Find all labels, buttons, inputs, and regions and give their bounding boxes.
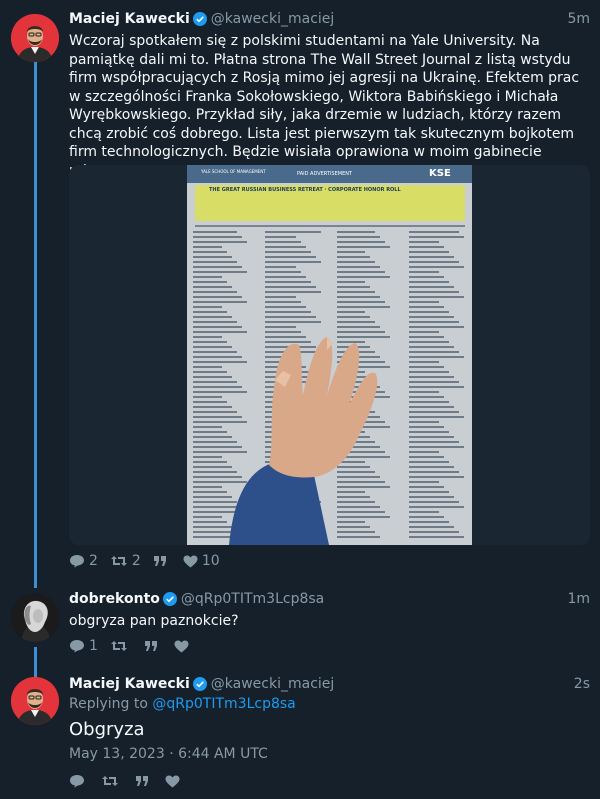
- author-handle[interactable]: @kawecki_maciej: [211, 11, 335, 27]
- replying-to: Replying to @qRp0TITm3Lcp8sa: [69, 696, 296, 712]
- like-icon: [165, 775, 180, 787]
- retweet-button[interactable]: 2: [110, 553, 141, 569]
- like-count: 10: [201, 553, 220, 569]
- tweet[interactable]: dobrekonto @qRp0TITm3Lcp8sa 1m obgryza pa…: [0, 580, 600, 660]
- tweet[interactable]: Maciej Kawecki @kawecki_maciej 5m Wczoraj…: [0, 0, 600, 580]
- tweet[interactable]: Maciej Kawecki @kawecki_maciej 2s Replyin…: [0, 665, 600, 799]
- verified-icon: [192, 677, 207, 695]
- tweet-actions: [69, 773, 196, 789]
- quote-icon: [144, 641, 157, 651]
- tweet-actions: 2 2 10: [69, 553, 232, 569]
- retweet-button[interactable]: [101, 774, 123, 788]
- reply-icon: [70, 640, 84, 653]
- quote-button[interactable]: [135, 775, 153, 787]
- replying-prefix: Replying to: [69, 696, 148, 712]
- reply-button[interactable]: 1: [69, 638, 98, 654]
- avatar[interactable]: [11, 14, 59, 62]
- author-name[interactable]: Maciej Kawecki: [69, 11, 190, 27]
- replying-mention-link[interactable]: @qRp0TITm3Lcp8sa: [152, 696, 295, 712]
- avatar[interactable]: [11, 594, 59, 642]
- quote-button[interactable]: [144, 640, 162, 652]
- reply-count: 1: [89, 638, 98, 654]
- like-button[interactable]: 10: [183, 553, 220, 569]
- tweet-time[interactable]: 5m: [567, 11, 590, 27]
- reply-icon: [70, 555, 84, 568]
- tweet-header: Maciej Kawecki @kawecki_maciej 5m: [69, 11, 590, 31]
- like-icon: [183, 555, 198, 567]
- author-name[interactable]: dobrekonto: [69, 591, 160, 607]
- like-button[interactable]: [165, 775, 184, 788]
- retweet-icon: [102, 776, 118, 786]
- tweet-time[interactable]: 1m: [567, 591, 590, 607]
- avatar[interactable]: [11, 677, 59, 725]
- retweet-icon: [110, 556, 127, 566]
- author-handle[interactable]: @qRp0TITm3Lcp8sa: [181, 591, 324, 607]
- tweet-time[interactable]: 2s: [574, 676, 590, 692]
- tweet-text: Obgryza: [69, 719, 145, 740]
- verified-icon: [162, 592, 177, 610]
- tweet-text: Wczoraj spotkałem się z polskimi student…: [69, 33, 580, 179]
- author-name[interactable]: Maciej Kawecki: [69, 676, 190, 692]
- like-button[interactable]: [174, 640, 193, 653]
- reply-icon: [70, 775, 84, 788]
- newspaper-photo: [69, 165, 590, 545]
- quote-icon: [153, 556, 166, 566]
- retweet-icon: [110, 641, 127, 651]
- like-icon: [174, 640, 189, 652]
- ad-headline: THE GREAT RUSSIAN BUSINESS RETREAT · COR…: [209, 187, 401, 193]
- tweet-header: dobrekonto @qRp0TITm3Lcp8sa 1m: [69, 591, 590, 611]
- quote-icon: [136, 776, 148, 786]
- tweet-date[interactable]: May 13, 2023 · 6:44 AM UTC: [69, 746, 268, 762]
- ad-label: PAID ADVERTISEMENT: [297, 171, 353, 177]
- author-handle[interactable]: @kawecki_maciej: [211, 676, 335, 692]
- reply-button[interactable]: [69, 774, 89, 788]
- tweet-actions: 1: [69, 638, 205, 654]
- ad-logo-right: KSE: [429, 168, 451, 179]
- ad-logo-left: YALE SCHOOL OF MANAGEMENT: [201, 169, 266, 174]
- tweet-media[interactable]: YALE SCHOOL OF MANAGEMENT PAID ADVERTISE…: [69, 165, 590, 545]
- tweet-text: obgryza pan paznokcie?: [69, 613, 239, 629]
- verified-icon: [192, 12, 207, 30]
- reply-count: 2: [89, 553, 98, 569]
- tweet-header: Maciej Kawecki @kawecki_maciej 2s: [69, 676, 590, 696]
- retweet-button[interactable]: [110, 639, 132, 653]
- quote-button[interactable]: [153, 555, 171, 567]
- retweet-count: 2: [131, 553, 141, 569]
- reply-button[interactable]: 2: [69, 553, 98, 569]
